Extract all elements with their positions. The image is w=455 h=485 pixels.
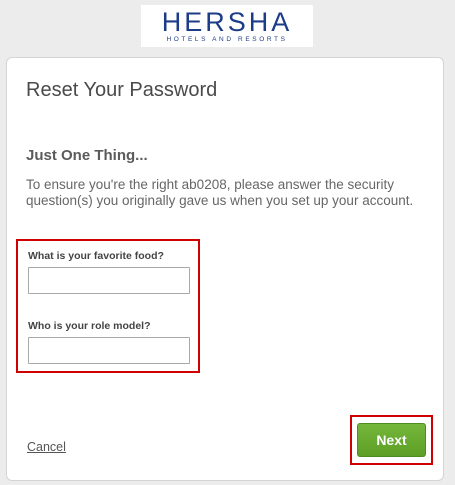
question-1-label: What is your favorite food? <box>28 250 164 262</box>
page-title: Reset Your Password <box>26 79 218 101</box>
instructions-text: To ensure you're the right ab0208, pleas… <box>26 177 414 208</box>
security-questions-highlight: What is your favorite food? Who is your … <box>16 239 200 373</box>
logo-main-text: HERSHA <box>161 6 293 37</box>
hersha-logo: HERSHA HOTELS AND RESORTS <box>141 5 313 47</box>
question-2-label: Who is your role model? <box>28 320 151 332</box>
next-button-highlight: Next <box>350 415 433 465</box>
cancel-link[interactable]: Cancel <box>27 440 66 454</box>
question-2-answer-input[interactable] <box>28 337 190 364</box>
reset-password-card: Reset Your Password Just One Thing... To… <box>6 57 444 481</box>
question-1-answer-input[interactable] <box>28 267 190 294</box>
next-button[interactable]: Next <box>357 423 426 457</box>
logo-subtext: HOTELS AND RESORTS <box>166 35 288 43</box>
page: HERSHA HOTELS AND RESORTS Reset Your Pas… <box>0 0 455 485</box>
section-subtitle: Just One Thing... <box>26 147 148 164</box>
